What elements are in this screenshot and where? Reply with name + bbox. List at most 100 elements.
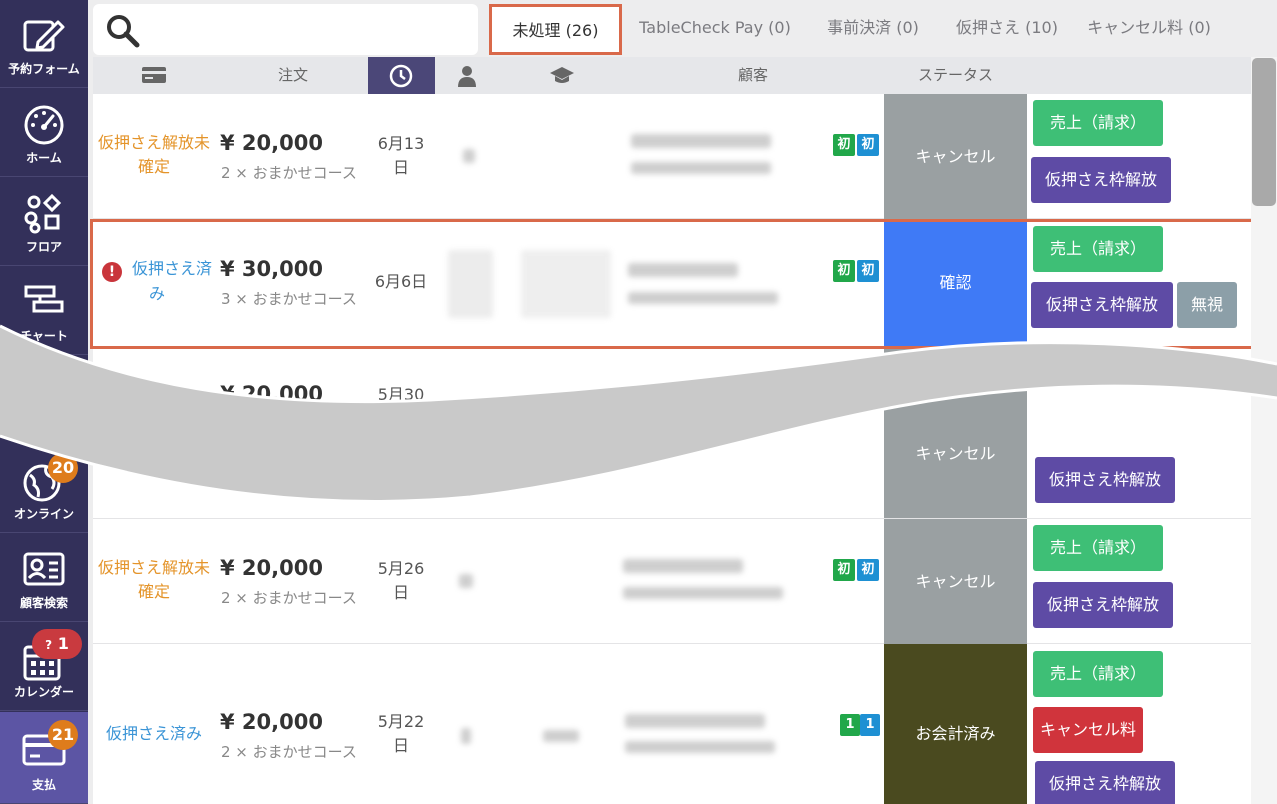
- charge-button[interactable]: 売上（請求）: [1033, 525, 1163, 571]
- order-course: 2 × おまかせコース: [221, 589, 357, 607]
- header-payment-method[interactable]: [129, 57, 179, 94]
- sidebar-item-label: ホーム: [26, 151, 62, 165]
- sidebar-item-booking-form[interactable]: 予約フォーム: [0, 0, 88, 88]
- customer-name-redacted: [625, 714, 765, 728]
- first-visit-badge: 初: [857, 559, 879, 581]
- sidebar-item-payments[interactable]: 21 支払: [0, 712, 88, 804]
- sidebar-item-floor[interactable]: フロア: [0, 178, 88, 266]
- table-row[interactable]: ¥ 20,000 5月30 キャンセル 仮押さえ枠解放: [93, 349, 1251, 519]
- first-visit-badge: 初: [833, 134, 855, 156]
- visit-count-badge: 1: [860, 714, 880, 736]
- reservation-date: 6月13日: [377, 134, 425, 177]
- order-price: ¥ 30,000: [220, 257, 323, 281]
- customer-badges: 初 初: [833, 134, 883, 156]
- reservation-date: 6月6日: [374, 272, 428, 291]
- guest-count-redacted: [461, 728, 471, 744]
- sidebar-item-label: チャート: [20, 329, 68, 343]
- table-row[interactable]: 仮押さえ済み ¥ 20,000 2 × おまかせコース 5月22日 1 1 お会…: [93, 644, 1251, 804]
- sidebar-item-label: 予約フォーム: [8, 62, 80, 76]
- sidebar-item-label: 支払: [31, 778, 56, 792]
- reservation-state: 仮押さえ解放未確定: [97, 558, 210, 601]
- customer-card-icon: [23, 552, 65, 586]
- guest-count-redacted: [459, 574, 473, 588]
- tab-prepayment[interactable]: 事前決済 (0): [812, 4, 934, 55]
- customer-badges: 初 初: [833, 260, 883, 282]
- customer-badges: 初 初: [833, 559, 883, 581]
- visit-count-badge: 1: [840, 714, 860, 736]
- status-badge: キャンセル: [884, 519, 1027, 644]
- order-price: ¥ 20,000: [220, 710, 323, 734]
- order-course: 3 × おまかせコース: [221, 290, 357, 308]
- edit-form-icon: [23, 20, 65, 52]
- reservation-state: 仮押さえ解放未確定: [97, 133, 210, 176]
- release-hold-button[interactable]: 仮押さえ枠解放: [1031, 157, 1171, 203]
- payments-screen: 予約フォーム ホーム フロア チャート 20 オンライン 顧客検索 ? 1 カレ…: [0, 0, 1277, 804]
- customer-phone-redacted: [631, 162, 771, 174]
- customer-badges: 1 1: [840, 714, 890, 736]
- tab-cancel-fee[interactable]: キャンセル料 (0): [1080, 4, 1218, 55]
- online-count-badge: 20: [48, 453, 78, 483]
- clock-icon: [389, 64, 413, 88]
- ignore-button[interactable]: 無視: [1177, 282, 1237, 328]
- status-badge: お会計済み: [884, 644, 1027, 804]
- tab-holds[interactable]: 仮押さえ (10): [946, 4, 1068, 55]
- order-price: ¥ 20,000: [220, 131, 323, 155]
- charge-button[interactable]: 売上（請求）: [1033, 651, 1163, 697]
- sidebar-item-home[interactable]: ホーム: [0, 89, 88, 177]
- table-row[interactable]: 仮押さえ解放未確定 ¥ 20,000 2 × おまかせコース 5月26日 初 初…: [93, 519, 1251, 644]
- seat-redacted: [521, 250, 611, 318]
- table-row[interactable]: 仮押さえ解放未確定 ¥ 20,000 2 × おまかせコース 6月13日 初 初…: [93, 94, 1251, 219]
- header-guests[interactable]: [443, 57, 491, 94]
- order-course: 2 × おまかせコース: [221, 164, 357, 182]
- first-visit-badge: 初: [833, 559, 855, 581]
- payments-count-badge: 21: [48, 720, 78, 750]
- status-badge: 確認: [884, 220, 1027, 347]
- scrollbar-thumb[interactable]: [1252, 58, 1276, 206]
- release-hold-button[interactable]: 仮押さえ枠解放: [1035, 761, 1175, 804]
- guest-count-redacted: [448, 250, 493, 318]
- customer-name-redacted: [628, 263, 738, 277]
- search-input[interactable]: [93, 4, 478, 55]
- cancel-fee-button[interactable]: キャンセル料: [1033, 707, 1143, 753]
- sidebar-item-calendar[interactable]: ? 1 カレンダー: [0, 623, 88, 711]
- release-hold-button[interactable]: 仮押さえ枠解放: [1031, 282, 1173, 328]
- sidebar-item-chart[interactable]: チャート: [0, 267, 88, 355]
- order-price: ¥ 20,000: [220, 382, 323, 406]
- header-time[interactable]: [368, 57, 435, 94]
- first-visit-badge: 初: [833, 260, 855, 282]
- reservation-date: 5月22日: [377, 712, 425, 755]
- release-hold-button[interactable]: 仮押さえ枠解放: [1033, 582, 1173, 628]
- sidebar-item-label: フロア: [25, 240, 62, 254]
- tab-tablecheck-pay[interactable]: TableCheck Pay (0): [630, 4, 800, 55]
- gantt-chart-icon: [24, 285, 64, 313]
- reservation-state: ! 仮押さえ済み: [99, 257, 215, 306]
- customer-name-redacted: [623, 559, 743, 573]
- sidebar-item-customer-search[interactable]: 顧客検索: [0, 534, 88, 622]
- charge-button[interactable]: 売上（請求）: [1033, 226, 1163, 272]
- table-header: 注文 顧客 ステータス: [93, 57, 1275, 94]
- header-status[interactable]: ステータス: [898, 57, 1013, 94]
- sidebar-item-label: オンライン: [13, 507, 74, 521]
- customer-phone-redacted: [628, 292, 778, 304]
- table-row[interactable]: ! 仮押さえ済み ¥ 30,000 3 × おまかせコース 6月6日 初 初 確認…: [93, 220, 1251, 348]
- guest-count-redacted: [463, 149, 475, 163]
- floor-shapes-icon: [24, 194, 62, 234]
- sidebar-item-online[interactable]: 20 オンライン: [0, 445, 88, 533]
- charge-button[interactable]: 売上（請求）: [1033, 100, 1163, 146]
- sidebar-item-label: 顧客検索: [19, 596, 68, 610]
- alert-icon: !: [101, 262, 122, 282]
- header-order[interactable]: 注文: [253, 57, 333, 94]
- release-hold-button[interactable]: 仮押さえ枠解放: [1035, 457, 1175, 503]
- reservation-state-text: 仮押さえ済み: [131, 259, 212, 303]
- first-visit-badge: 初: [857, 260, 879, 282]
- header-customer[interactable]: 顧客: [713, 57, 793, 94]
- credit-card-icon: [142, 67, 166, 83]
- status-badge: キャンセル: [884, 94, 1027, 219]
- order-price: ¥ 20,000: [220, 556, 323, 580]
- first-visit-badge: 初: [857, 134, 879, 156]
- reservation-state: 仮押さえ済み: [105, 724, 202, 743]
- tab-unprocessed[interactable]: 未処理 (26): [489, 4, 622, 55]
- sidebar-item-label: カレンダー: [13, 685, 74, 699]
- header-seat[interactable]: [538, 57, 586, 94]
- status-badge: キャンセル: [884, 349, 1027, 518]
